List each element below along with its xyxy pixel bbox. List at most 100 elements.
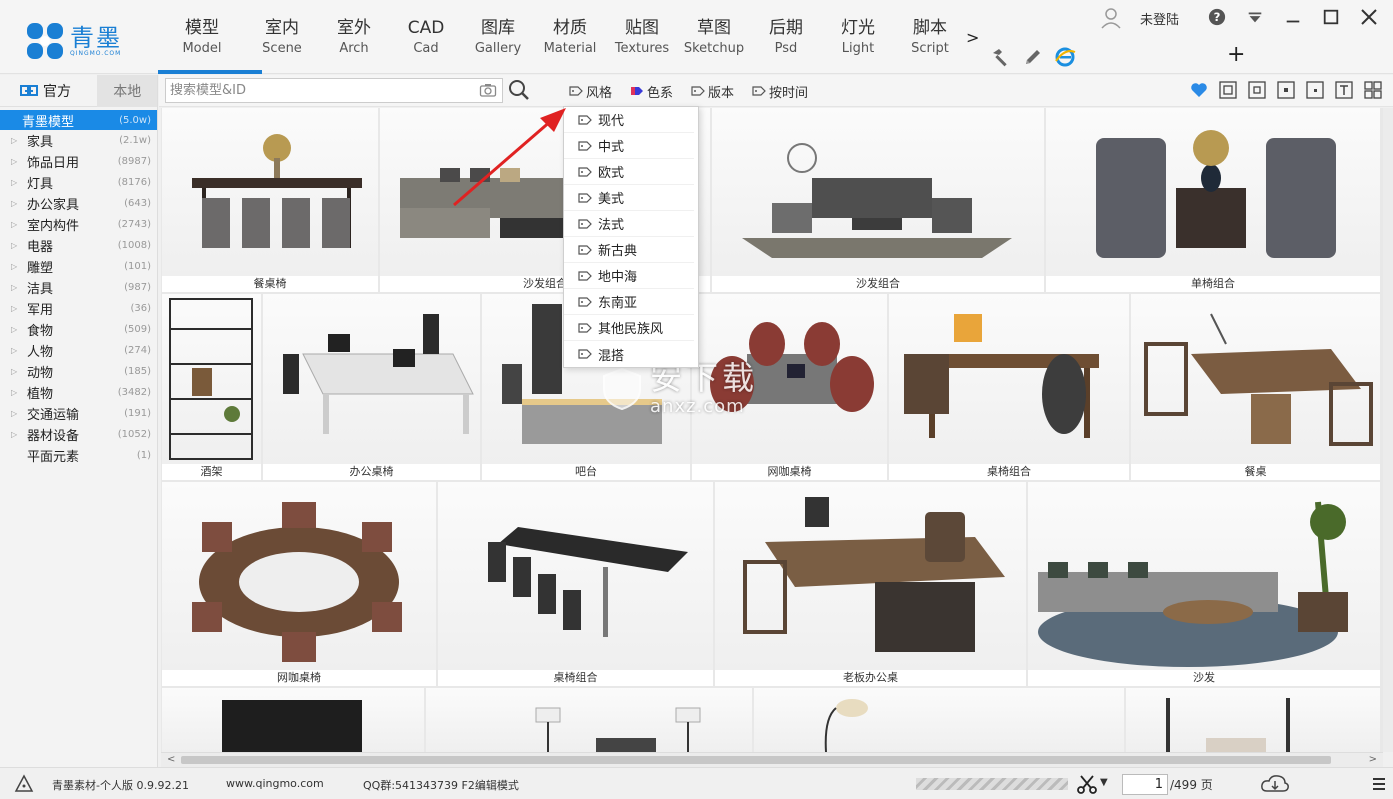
filter-time[interactable]: 按时间 — [752, 82, 808, 101]
expand-arrow-icon[interactable]: ▷ — [11, 388, 17, 397]
view-small-icon[interactable] — [1276, 80, 1296, 100]
model-card[interactable]: 沙发 — [1028, 482, 1380, 686]
category-item[interactable]: ▷ 器材设备 (1052) — [0, 424, 157, 445]
nav-tab-cad[interactable]: CAD Cad — [390, 0, 462, 74]
horizontal-scrollbar[interactable]: < > — [161, 752, 1383, 767]
maximize-icon[interactable] — [1321, 6, 1341, 28]
model-card[interactable]: 网咖桌椅 — [162, 482, 436, 686]
expand-arrow-icon[interactable]: ▷ — [11, 325, 17, 334]
help-icon[interactable]: ? — [1207, 6, 1227, 28]
expand-arrow-icon[interactable]: ▷ — [11, 283, 17, 292]
category-item[interactable]: ▷ 饰品日用 (8987) — [0, 151, 157, 172]
view-tiny-icon[interactable] — [1305, 80, 1325, 100]
category-item[interactable]: ▷ 军用 (36) — [0, 298, 157, 319]
view-medium-icon[interactable] — [1247, 80, 1267, 100]
model-thumbnail[interactable] — [1028, 482, 1380, 670]
text-view-icon[interactable] — [1334, 80, 1354, 100]
nav-tab-model[interactable]: 模型 Model — [158, 0, 262, 74]
model-thumbnail[interactable] — [715, 482, 1026, 670]
scissors-icon[interactable] — [1076, 773, 1098, 795]
nav-tab-arch[interactable]: 室外 Arch — [318, 0, 390, 74]
model-thumbnail[interactable] — [162, 294, 261, 464]
model-card[interactable]: 酒架 — [162, 294, 261, 480]
page-number-input[interactable] — [1122, 774, 1168, 795]
style-option[interactable]: 新古典 — [564, 237, 694, 263]
category-item[interactable]: ▷ 交通运输 (191) — [0, 403, 157, 424]
category-item-root[interactable]: 青墨模型 (5.0w) — [0, 110, 157, 130]
style-option[interactable]: 其他民族风 — [564, 315, 694, 341]
expand-arrow-icon[interactable]: ▷ — [11, 304, 17, 313]
user-area[interactable]: 未登陆 — [1100, 7, 1179, 29]
model-thumbnail[interactable] — [1046, 108, 1380, 276]
model-card[interactable]: 网咖桌椅 — [692, 294, 887, 480]
category-item[interactable]: ▷ 室内构件 (2743) — [0, 214, 157, 235]
category-item[interactable]: ▷ 洁具 (987) — [0, 277, 157, 298]
model-thumbnail[interactable] — [438, 482, 713, 670]
nav-tab-sketchup[interactable]: 草图 Sketchup — [678, 0, 750, 74]
expand-arrow-icon[interactable]: ▷ — [11, 220, 17, 229]
category-item[interactable]: ▷ 家具 (2.1w) — [0, 130, 157, 151]
nav-more-button[interactable]: > — [966, 28, 979, 47]
model-thumbnail[interactable] — [1126, 688, 1380, 752]
nav-tab-material[interactable]: 材质 Material — [534, 0, 606, 74]
tab-local[interactable]: 本地 — [97, 74, 157, 107]
add-icon[interactable]: + — [1227, 42, 1245, 67]
user-avatar-icon[interactable] — [1100, 7, 1122, 29]
expand-arrow-icon[interactable]: ▷ — [11, 157, 17, 166]
model-card[interactable]: 单椅组合 — [1046, 108, 1380, 292]
model-card[interactable]: 办公桌椅 — [263, 294, 480, 480]
style-option[interactable]: 法式 — [564, 211, 694, 237]
model-card[interactable] — [162, 688, 424, 752]
expand-arrow-icon[interactable]: ▷ — [11, 430, 17, 439]
category-item[interactable]: 平面元素 (1) — [0, 445, 157, 466]
model-thumbnail[interactable] — [712, 108, 1044, 276]
browser-e-icon[interactable] — [1054, 46, 1076, 68]
style-option[interactable]: 欧式 — [564, 159, 694, 185]
style-option[interactable]: 地中海 — [564, 263, 694, 289]
filter-color[interactable]: 色系 — [630, 82, 673, 101]
scrollbar-thumb[interactable] — [181, 756, 1331, 764]
search-input[interactable] — [166, 79, 466, 102]
expand-arrow-icon[interactable]: ▷ — [11, 178, 17, 187]
model-thumbnail[interactable] — [692, 294, 887, 464]
expand-arrow-icon[interactable]: ▷ — [11, 262, 17, 271]
chevron-down-icon[interactable]: ▼ — [1100, 777, 1108, 788]
nav-tab-textures[interactable]: 贴图 Textures — [606, 0, 678, 74]
grid-view-icon[interactable] — [1363, 80, 1383, 100]
model-thumbnail[interactable] — [162, 482, 436, 670]
expand-arrow-icon[interactable]: ▷ — [11, 409, 17, 418]
menu-icon[interactable] — [1372, 776, 1386, 792]
category-item[interactable]: ▷ 电器 (1008) — [0, 235, 157, 256]
login-status[interactable]: 未登陆 — [1140, 9, 1179, 28]
nav-tab-scene[interactable]: 室内 Scene — [246, 0, 318, 74]
style-option[interactable]: 现代 — [564, 107, 694, 133]
category-item[interactable]: ▷ 雕塑 (101) — [0, 256, 157, 277]
model-card[interactable]: 餐桌椅 — [162, 108, 378, 292]
model-thumbnail[interactable] — [889, 294, 1129, 464]
dropdown-menu-icon[interactable] — [1245, 6, 1265, 28]
nav-tab-psd[interactable]: 后期 Psd — [750, 0, 822, 74]
view-large-icon[interactable] — [1218, 80, 1238, 100]
style-option[interactable]: 混搭 — [564, 341, 694, 367]
category-item[interactable]: ▷ 植物 (3482) — [0, 382, 157, 403]
nav-tab-light[interactable]: 灯光 Light — [822, 0, 894, 74]
hammer-icon[interactable] — [990, 46, 1012, 68]
model-thumbnail[interactable] — [426, 688, 752, 752]
expand-arrow-icon[interactable]: ▷ — [11, 241, 17, 250]
model-card[interactable]: 沙发组合 — [712, 108, 1044, 292]
model-card[interactable] — [426, 688, 752, 752]
category-item[interactable]: ▷ 灯具 (8176) — [0, 172, 157, 193]
model-card[interactable]: 老板办公桌 — [715, 482, 1026, 686]
model-thumbnail[interactable] — [263, 294, 480, 464]
vertical-scrollbar[interactable] — [1383, 108, 1393, 752]
model-thumbnail[interactable] — [754, 688, 1124, 752]
expand-arrow-icon[interactable]: ▷ — [11, 346, 17, 355]
tab-official[interactable]: 官方 — [0, 75, 97, 107]
category-item[interactable]: ▷ 办公家具 (643) — [0, 193, 157, 214]
category-item[interactable]: ▷ 人物 (274) — [0, 340, 157, 361]
model-thumbnail[interactable] — [1131, 294, 1380, 464]
favorite-heart-icon[interactable] — [1189, 80, 1209, 100]
nav-tab-script[interactable]: 脚本 Script — [894, 0, 966, 74]
expand-arrow-icon[interactable]: ▷ — [11, 136, 17, 145]
style-option[interactable]: 美式 — [564, 185, 694, 211]
